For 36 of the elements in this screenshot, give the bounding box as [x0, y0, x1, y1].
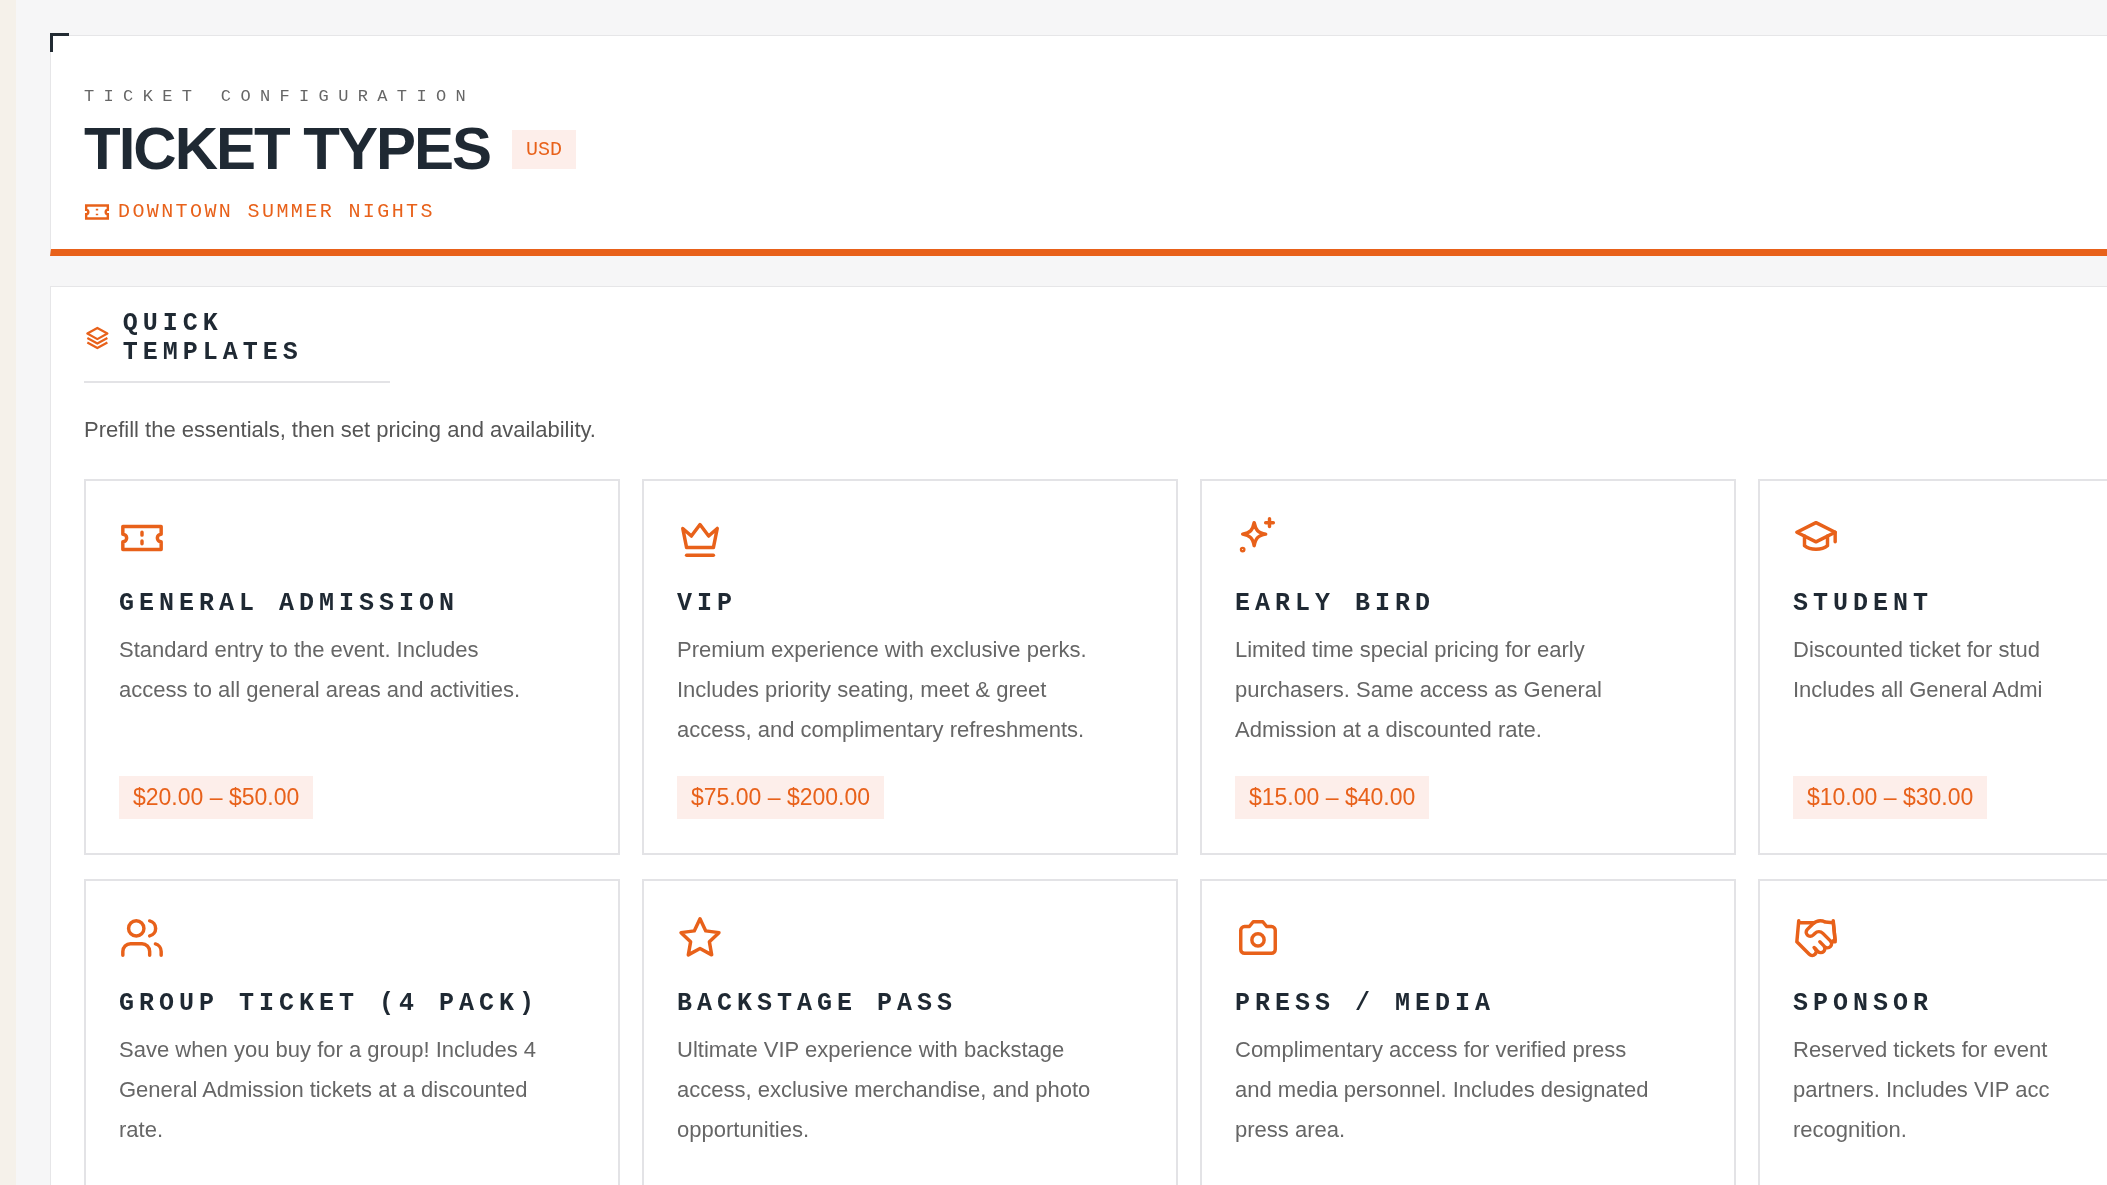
section-title: QUICK TEMPLATES — [122, 309, 304, 367]
card-title: STUDENT — [1793, 589, 1934, 618]
card-description: Save when you buy for a group! Includes 4 General Admission tickets at a discounted rate. — [119, 1036, 537, 1144]
template-card[interactable]: GROUP TICKET (4 PACK) Save when you buy for a group! Includes 4 General Admission tickets at a discounted rate. — [84, 879, 620, 1185]
template-card[interactable]: BACKSTAGE PASS Ultimate VIP experience with backstage access, exclusive merchandise, and photo opportunities. — [642, 879, 1178, 1185]
card-description: Ultimate VIP experience with backstage access, exclusive merchandise, and photo opportunities. — [677, 1036, 1091, 1144]
corner-mark — [50, 33, 69, 52]
price-range-badge: $75.00 – $200.00 — [677, 776, 885, 819]
card-title: PRESS / MEDIA — [1235, 989, 1496, 1018]
card-title: GROUP TICKET (4 PACK) — [119, 989, 540, 1018]
card-description: Limited time special pricing for early purchasers. Same access as General Admission at a discounted rate. — [1235, 636, 1602, 744]
card-description: Standard entry to the event. Includes access to all general areas and activities. — [119, 636, 521, 704]
price-range-badge: $20.00 – $50.00 — [119, 776, 314, 819]
price-range-badge: $15.00 – $40.00 — [1235, 776, 1430, 819]
ticket-icon — [84, 202, 110, 221]
card-title: VIP — [677, 589, 737, 618]
card-title: BACKSTAGE PASS — [677, 989, 958, 1018]
card-description: Reserved tickets for event partners. Includes VIP acc recognition. — [1793, 1036, 2050, 1144]
page-title: TICKET TYPES — [84, 116, 491, 182]
template-card[interactable]: GENERAL ADMISSION Standard entry to the event. Includes access to all general areas and activities. $20.00 – $50.00 — [84, 479, 620, 855]
card-title: GENERAL ADMISSION — [119, 589, 460, 618]
template-card[interactable]: EARLY BIRD Limited time special pricing for early purchasers. Same access as General Admission at a discounted rate. $15.00 – $40.00 — [1200, 479, 1736, 855]
template-card[interactable]: PRESS / MEDIA Complimentary access for verified press and media personnel. Includes designated press area. — [1200, 879, 1736, 1185]
template-card[interactable]: SPONSOR Reserved tickets for event partners. Includes VIP acc recognition. — [1758, 879, 2107, 1185]
currency-badge: USD — [512, 129, 577, 169]
card-title: SPONSOR — [1793, 989, 1934, 1018]
card-title: EARLY BIRD — [1235, 589, 1436, 618]
card-description: Discounted ticket for stud Includes all General Admi — [1793, 636, 2043, 704]
card-description: Complimentary access for verified press and media personnel. Includes designated press area. — [1235, 1036, 1649, 1144]
template-card[interactable]: VIP Premium experience with exclusive perks. Includes priority seating, meet & greet access, and complimentary refreshments. $75.00 – $200.00 — [642, 479, 1178, 855]
card-description: Premium experience with exclusive perks. Includes priority seating, meet & greet access, and complimentary refreshments. — [677, 636, 1087, 744]
event-name: DOWNTOWN SUMMER NIGHTS — [118, 200, 435, 223]
section-description: Prefill the essentials, then set pricing and availability. — [84, 417, 597, 443]
template-card[interactable]: STUDENT Discounted ticket for stud Includes all General Admi $10.00 – $30.00 — [1758, 479, 2107, 855]
price-range-badge: $10.00 – $30.00 — [1793, 776, 1988, 819]
eyebrow-label: TICKET CONFIGURATION — [84, 87, 477, 106]
